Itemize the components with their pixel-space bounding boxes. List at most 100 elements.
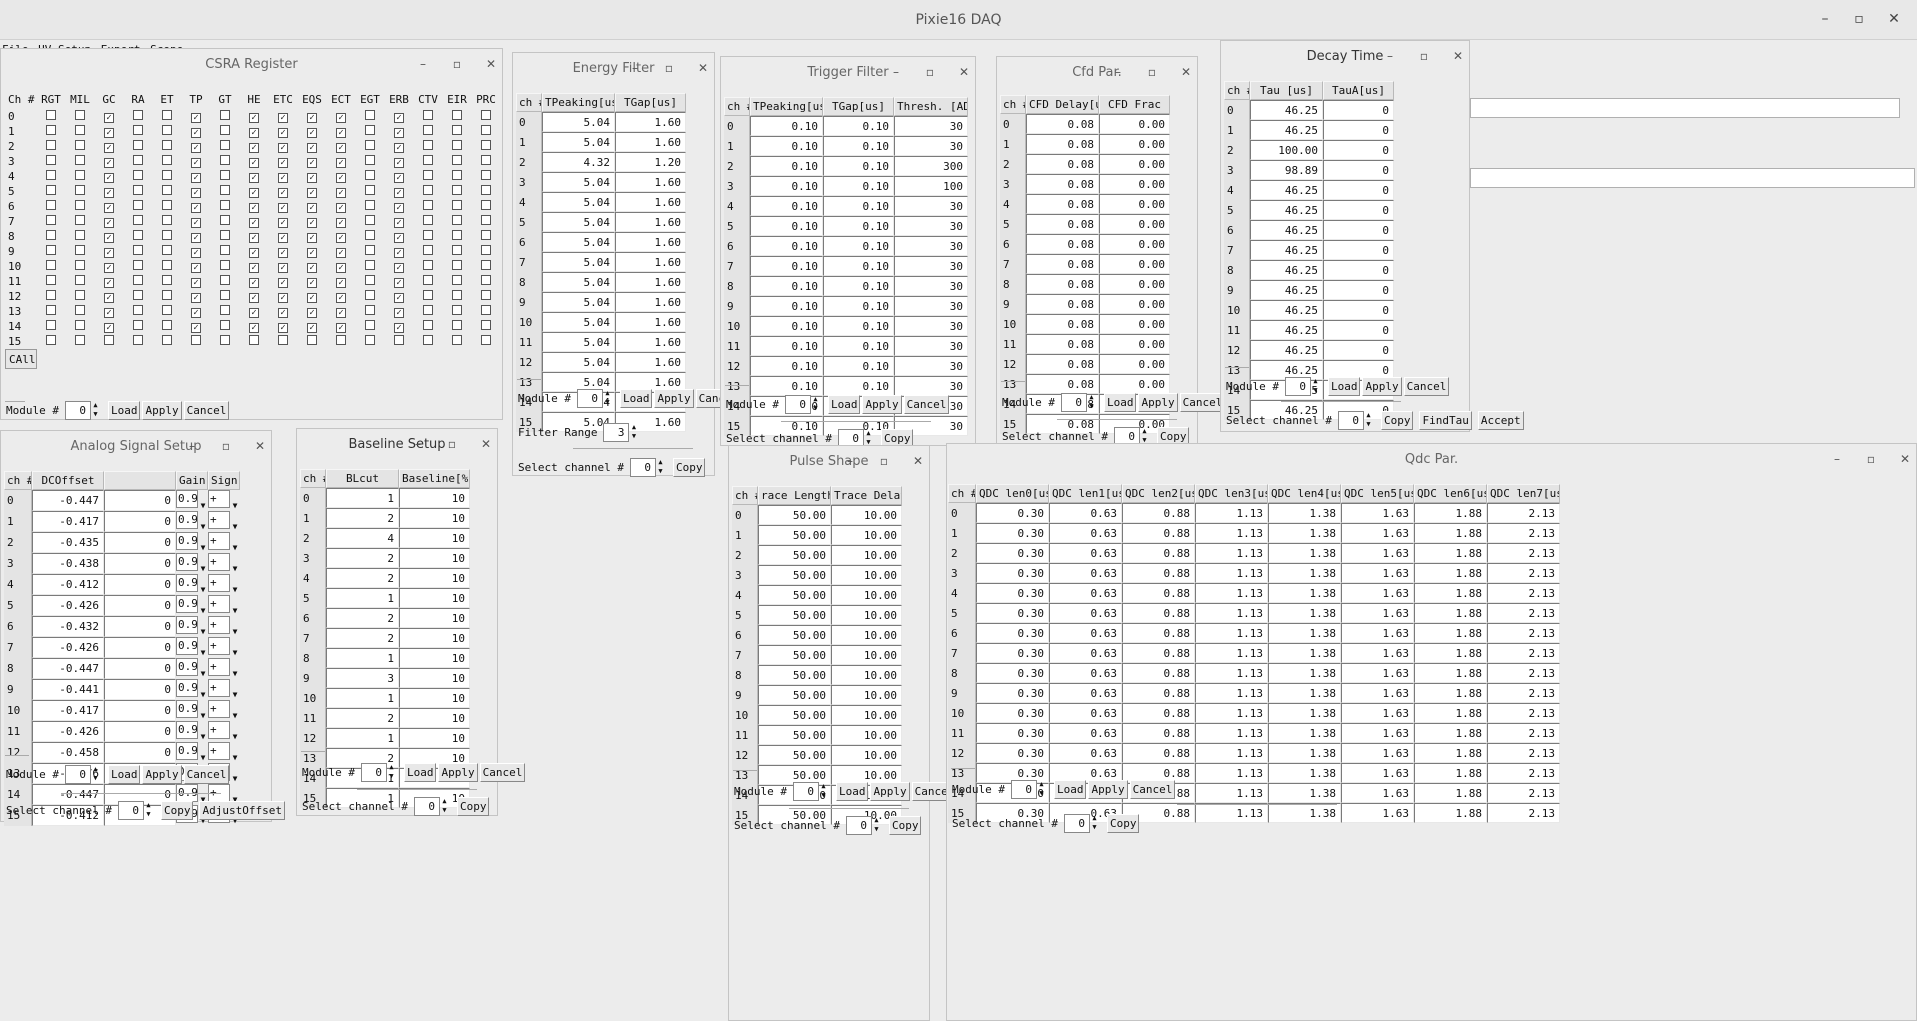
- csra-checkbox[interactable]: [452, 200, 462, 210]
- app-close-button[interactable]: ✕: [1884, 11, 1904, 27]
- csra-checkbox[interactable]: [365, 260, 375, 270]
- csra-checkbox[interactable]: ✓: [191, 203, 201, 213]
- csra-checkbox[interactable]: ✓: [249, 128, 259, 138]
- chevron-down-icon[interactable]: ▼: [230, 669, 240, 678]
- value-cell[interactable]: 0.30: [976, 543, 1049, 563]
- value-cell[interactable]: 1.88: [1414, 723, 1487, 743]
- gain-select[interactable]: 0.9: [176, 553, 198, 571]
- value-cell[interactable]: 0.63: [1049, 563, 1122, 583]
- value-cell[interactable]: 0: [1323, 180, 1394, 200]
- value-cell[interactable]: 4: [326, 528, 399, 548]
- analog-value-cell[interactable]: 0: [104, 511, 176, 532]
- value-cell[interactable]: 1.38: [1268, 623, 1341, 643]
- value-cell[interactable]: 0.63: [1049, 583, 1122, 603]
- value-cell[interactable]: 0.00: [1099, 334, 1170, 354]
- value-cell[interactable]: 0.00: [1099, 134, 1170, 154]
- csra-checkbox[interactable]: [46, 185, 56, 195]
- analog-module-spinner[interactable]: 0 ▲ ▼: [64, 765, 100, 784]
- energy-close-button[interactable]: ✕: [696, 61, 710, 75]
- csra-checkbox[interactable]: [452, 185, 462, 195]
- value-cell[interactable]: 1.60: [615, 312, 686, 332]
- value-cell[interactable]: 1.63: [1341, 763, 1414, 783]
- sign-select[interactable]: +: [208, 700, 230, 718]
- csra-checkbox[interactable]: ✓: [104, 278, 114, 288]
- apply-button[interactable]: Apply: [870, 782, 910, 801]
- value-cell[interactable]: 50.00: [758, 585, 831, 605]
- value-cell[interactable]: 1.60: [615, 192, 686, 212]
- csra-checkbox[interactable]: ✓: [249, 158, 259, 168]
- csra-checkbox[interactable]: ✓: [278, 113, 288, 123]
- apply-button[interactable]: Apply: [142, 401, 182, 420]
- value-cell[interactable]: 0.10: [750, 236, 823, 256]
- csra-module-spinner-value[interactable]: 0: [64, 401, 91, 420]
- spin-up-icon[interactable]: ▲: [819, 782, 828, 791]
- value-cell[interactable]: 2.13: [1487, 603, 1560, 623]
- csra-checkbox[interactable]: [452, 170, 462, 180]
- value-cell[interactable]: 0.10: [750, 296, 823, 316]
- csra-checkbox[interactable]: ✓: [336, 188, 346, 198]
- value-cell[interactable]: 0.63: [1049, 603, 1122, 623]
- cfd-module-spinner[interactable]: 0 ▲ ▼: [1060, 393, 1096, 412]
- csra-checkbox[interactable]: [162, 245, 172, 255]
- csra-checkbox[interactable]: [336, 335, 346, 345]
- value-cell[interactable]: 0.88: [1122, 723, 1195, 743]
- analog-value-cell[interactable]: 0: [104, 658, 176, 679]
- cancel-button[interactable]: Cancel: [903, 395, 950, 414]
- qdc-channel-spinner[interactable]: 0 ▲ ▼: [1063, 814, 1099, 833]
- app-maximize-button[interactable]: ▫: [1849, 11, 1869, 27]
- csra-checkbox[interactable]: [452, 230, 462, 240]
- analog-channel-spinner[interactable]: 0 ▲ ▼: [117, 801, 153, 820]
- value-cell[interactable]: 50.00: [758, 545, 831, 565]
- value-cell[interactable]: 2.13: [1487, 743, 1560, 763]
- value-cell[interactable]: 0.10: [750, 176, 823, 196]
- dcoffset-cell[interactable]: -0.447: [32, 658, 104, 679]
- csra-checkbox[interactable]: ✓: [249, 263, 259, 273]
- value-cell[interactable]: 0.08: [1026, 174, 1099, 194]
- csra-checkbox[interactable]: [481, 110, 491, 120]
- energy-channel-spinner[interactable]: 0 ▲ ▼: [629, 458, 665, 477]
- chevron-down-icon[interactable]: ▼: [230, 522, 240, 531]
- value-cell[interactable]: 0.10: [750, 276, 823, 296]
- value-cell[interactable]: 1.63: [1341, 643, 1414, 663]
- value-cell[interactable]: 46.25: [1250, 240, 1323, 260]
- value-cell[interactable]: 1.63: [1341, 683, 1414, 703]
- chevron-down-icon[interactable]: ▼: [230, 711, 240, 720]
- csra-checkbox[interactable]: ✓: [191, 323, 201, 333]
- dcoffset-cell[interactable]: -0.458: [32, 742, 104, 763]
- energy-channel-spinner-value[interactable]: 0: [629, 458, 656, 477]
- value-cell[interactable]: 1.38: [1268, 563, 1341, 583]
- chevron-down-icon[interactable]: ▼: [198, 543, 208, 552]
- csra-checkbox[interactable]: [423, 305, 433, 315]
- value-cell[interactable]: 0.30: [976, 603, 1049, 623]
- value-cell[interactable]: 1.38: [1268, 763, 1341, 783]
- dcoffset-cell[interactable]: -0.435: [32, 532, 104, 553]
- value-cell[interactable]: 1.63: [1341, 703, 1414, 723]
- value-cell[interactable]: 10.00: [831, 705, 902, 725]
- csra-checkbox[interactable]: [365, 290, 375, 300]
- csra-checkbox[interactable]: ✓: [394, 293, 404, 303]
- gain-select[interactable]: 0.9: [176, 700, 198, 718]
- value-cell[interactable]: 0.10: [750, 356, 823, 376]
- spin-up-icon[interactable]: ▲: [811, 395, 820, 404]
- csra-checkbox[interactable]: [162, 335, 172, 345]
- decay-close-button[interactable]: ✕: [1451, 49, 1465, 63]
- chevron-down-icon[interactable]: ▼: [198, 606, 208, 615]
- spin-down-icon[interactable]: ▼: [603, 398, 612, 407]
- csra-checkbox[interactable]: [220, 275, 230, 285]
- value-cell[interactable]: 0.00: [1099, 294, 1170, 314]
- csra-checkbox[interactable]: ✓: [278, 308, 288, 318]
- value-cell[interactable]: 0.30: [976, 563, 1049, 583]
- baseline-minimize-button[interactable]: –: [411, 437, 425, 451]
- value-cell[interactable]: 0.10: [750, 196, 823, 216]
- decay-module-spinner[interactable]: 0 ▲ ▼: [1284, 377, 1320, 396]
- value-cell[interactable]: 2: [326, 548, 399, 568]
- spin-down-icon[interactable]: ▼: [144, 810, 153, 819]
- value-cell[interactable]: 5.04: [542, 192, 615, 212]
- value-cell[interactable]: 10.00: [831, 605, 902, 625]
- cancel-button[interactable]: Cancel: [479, 763, 526, 782]
- gain-select[interactable]: 0.9: [176, 658, 198, 676]
- value-cell[interactable]: 0.88: [1122, 543, 1195, 563]
- value-cell[interactable]: 0.30: [976, 723, 1049, 743]
- value-cell[interactable]: 1.60: [615, 292, 686, 312]
- csra-checkbox[interactable]: ✓: [191, 158, 201, 168]
